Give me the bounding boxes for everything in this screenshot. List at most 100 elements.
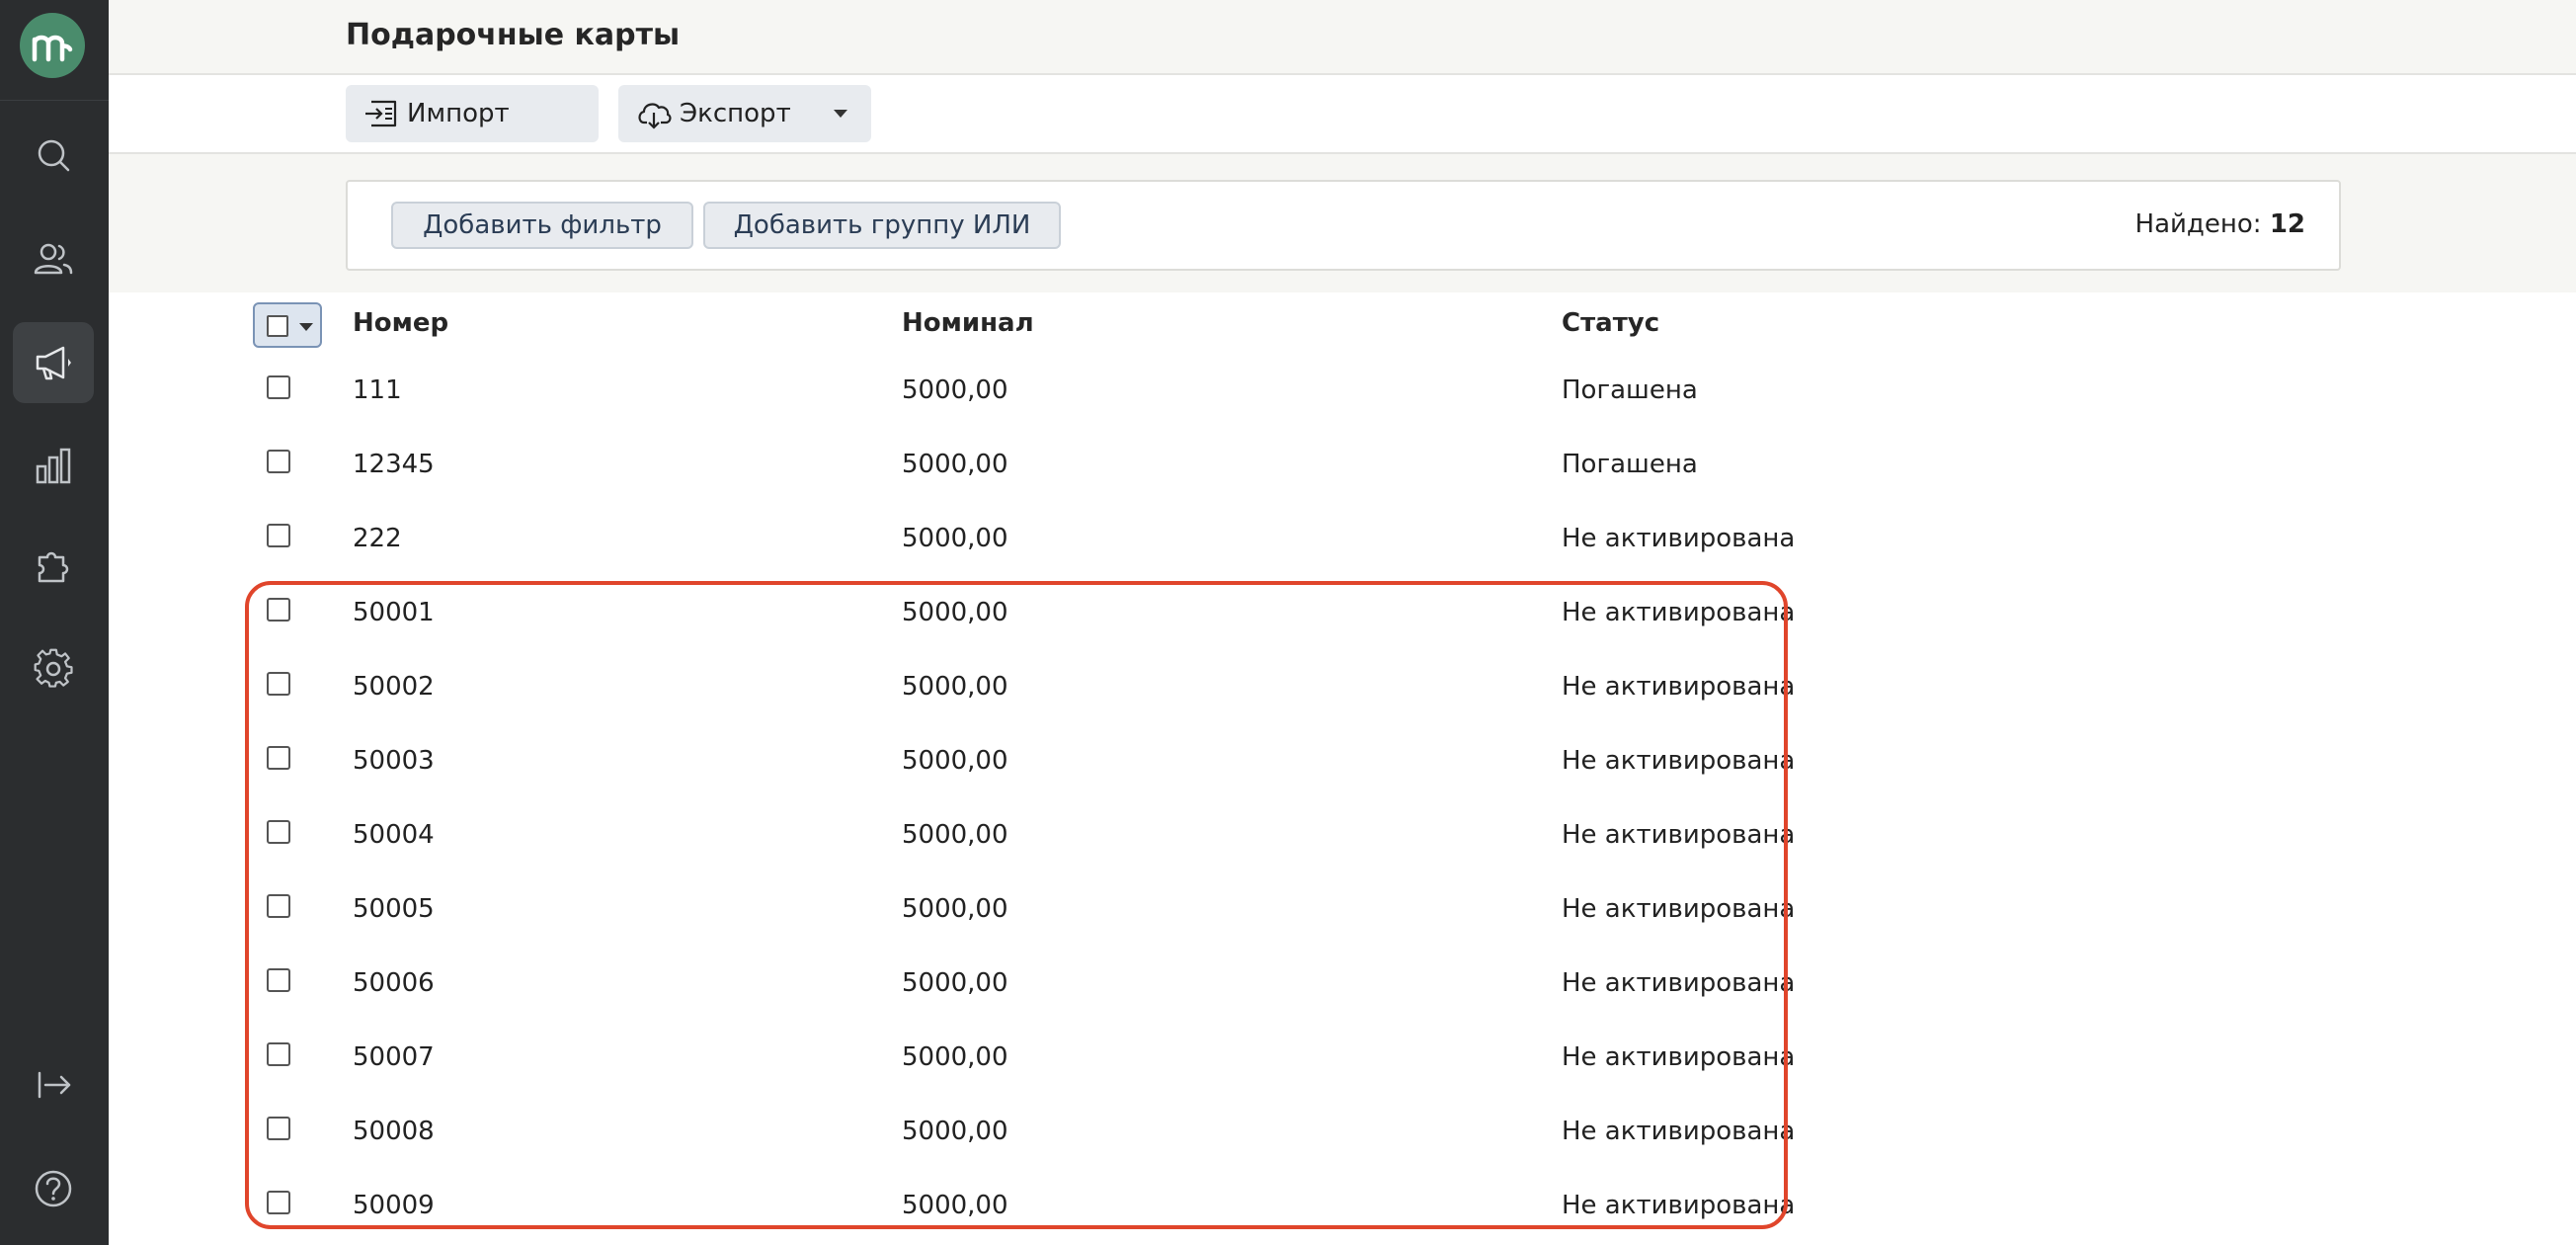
- cell-nominal: 5000,00: [902, 1042, 1008, 1072]
- cell-nominal: 5000,00: [902, 820, 1008, 850]
- sidebar-item-search[interactable]: [13, 115, 94, 196]
- row-checkbox[interactable]: [267, 746, 290, 770]
- cell-nominal: 5000,00: [902, 672, 1008, 702]
- sidebar-item-analytics[interactable]: [13, 426, 94, 507]
- gear-icon: [34, 648, 73, 688]
- table-row[interactable]: 50002 5000,00 Не активирована: [109, 650, 2576, 724]
- megaphone-icon: [36, 346, 71, 380]
- cell-number: 50007: [353, 1042, 435, 1072]
- page-title: Подарочные карты: [346, 18, 681, 52]
- row-checkbox[interactable]: [267, 1117, 290, 1140]
- page-header: Подарочные карты: [109, 0, 2576, 75]
- cell-nominal: 5000,00: [902, 1117, 1008, 1146]
- column-header-number[interactable]: Номер: [353, 308, 448, 338]
- add-or-group-button[interactable]: Добавить группу ИЛИ: [703, 202, 1061, 249]
- cell-number: 50009: [353, 1191, 435, 1220]
- cell-status: Не активирована: [1562, 524, 1796, 553]
- search-icon: [38, 139, 70, 172]
- row-checkbox[interactable]: [267, 1191, 290, 1214]
- sidebar-item-help[interactable]: [13, 1148, 94, 1229]
- cell-nominal: 5000,00: [902, 524, 1008, 553]
- add-filter-button[interactable]: Добавить фильтр: [391, 202, 693, 249]
- export-dropdown[interactable]: Экспорт: [618, 85, 871, 142]
- row-checkbox[interactable]: [267, 894, 290, 918]
- export-label: Экспорт: [680, 99, 791, 128]
- cell-status: Не активирована: [1562, 968, 1796, 998]
- found-count: Найдено: 12: [2135, 209, 2305, 239]
- cell-number: 50001: [353, 598, 435, 627]
- cell-number: 222: [353, 524, 402, 553]
- logo-m-icon: [32, 35, 73, 62]
- cell-status: Не активирована: [1562, 894, 1796, 924]
- chevron-down-icon: [834, 110, 847, 118]
- table-row[interactable]: 111 5000,00 Погашена: [109, 354, 2576, 428]
- cell-status: Не активирована: [1562, 1042, 1796, 1072]
- row-checkbox[interactable]: [267, 598, 290, 622]
- cell-number: 50004: [353, 820, 435, 850]
- select-all-checkbox[interactable]: [267, 315, 288, 337]
- sidebar-item-campaigns[interactable]: [13, 322, 94, 403]
- cell-nominal: 5000,00: [902, 1191, 1008, 1220]
- cell-number: 50005: [353, 894, 435, 924]
- bar-chart-icon: [36, 448, 71, 484]
- cell-number: 50006: [353, 968, 435, 998]
- table-row[interactable]: 50008 5000,00 Не активирована: [109, 1095, 2576, 1169]
- import-icon: [365, 100, 397, 127]
- cell-status: Погашена: [1562, 375, 1698, 405]
- table-row[interactable]: 50004 5000,00 Не активирована: [109, 798, 2576, 872]
- row-checkbox[interactable]: [267, 375, 290, 399]
- cell-nominal: 5000,00: [902, 375, 1008, 405]
- cell-number: 111: [353, 375, 402, 405]
- cell-status: Не активирована: [1562, 672, 1796, 702]
- select-all-dropdown[interactable]: [253, 302, 322, 348]
- table-row[interactable]: 50007 5000,00 Не активирована: [109, 1021, 2576, 1095]
- cell-status: Не активирована: [1562, 746, 1796, 776]
- row-checkbox[interactable]: [267, 968, 290, 992]
- cell-number: 50002: [353, 672, 435, 702]
- column-header-status[interactable]: Статус: [1562, 308, 1659, 338]
- cell-nominal: 5000,00: [902, 598, 1008, 627]
- table-row[interactable]: 50003 5000,00 Не активирована: [109, 724, 2576, 798]
- table-row[interactable]: 50009 5000,00 Не активирована: [109, 1169, 2576, 1243]
- cell-status: Погашена: [1562, 450, 1698, 479]
- found-value: 12: [2269, 209, 2305, 239]
- table-row[interactable]: 50001 5000,00 Не активирована: [109, 576, 2576, 650]
- table-body: 111 5000,00 Погашена 12345 5000,00 Погаш…: [109, 354, 2576, 1245]
- sidebar-divider: [0, 100, 109, 101]
- table-row[interactable]: 222 5000,00 Не активирована: [109, 502, 2576, 576]
- table-row[interactable]: 50005 5000,00 Не активирована: [109, 872, 2576, 947]
- toolbar: Импорт Экспорт: [109, 75, 2576, 154]
- row-checkbox[interactable]: [267, 820, 290, 844]
- sidebar-item-settings[interactable]: [13, 628, 94, 709]
- caret-down-icon: [299, 323, 313, 331]
- help-icon: [35, 1170, 72, 1207]
- sidebar-item-customers[interactable]: [13, 218, 94, 299]
- app-logo[interactable]: [20, 13, 85, 78]
- table-header: Номер Номинал Статус: [109, 292, 2576, 356]
- cell-status: Не активирована: [1562, 598, 1796, 627]
- table-row[interactable]: 12345 5000,00 Погашена: [109, 428, 2576, 502]
- cloud-download-icon: [638, 103, 672, 129]
- cell-nominal: 5000,00: [902, 894, 1008, 924]
- cell-number: 50003: [353, 746, 435, 776]
- logout-icon: [38, 1071, 71, 1099]
- import-button[interactable]: Импорт: [346, 85, 599, 142]
- cell-nominal: 5000,00: [902, 968, 1008, 998]
- cell-nominal: 5000,00: [902, 746, 1008, 776]
- row-checkbox[interactable]: [267, 672, 290, 696]
- row-checkbox[interactable]: [267, 1042, 290, 1066]
- cell-number: 12345: [353, 450, 435, 479]
- row-checkbox[interactable]: [267, 450, 290, 473]
- users-icon: [34, 243, 73, 275]
- cell-status: Не активирована: [1562, 820, 1796, 850]
- row-checkbox[interactable]: [267, 524, 290, 547]
- sidebar: [0, 0, 109, 1245]
- sidebar-item-logout[interactable]: [13, 1044, 94, 1125]
- cell-nominal: 5000,00: [902, 450, 1008, 479]
- cell-status: Не активирована: [1562, 1191, 1796, 1220]
- table-row[interactable]: 50006 5000,00 Не активирована: [109, 947, 2576, 1021]
- sidebar-item-integrations[interactable]: [13, 527, 94, 608]
- cell-number: 50008: [353, 1117, 435, 1146]
- column-header-nominal[interactable]: Номинал: [902, 308, 1034, 338]
- filter-panel: Добавить фильтр Добавить группу ИЛИ Найд…: [346, 180, 2341, 271]
